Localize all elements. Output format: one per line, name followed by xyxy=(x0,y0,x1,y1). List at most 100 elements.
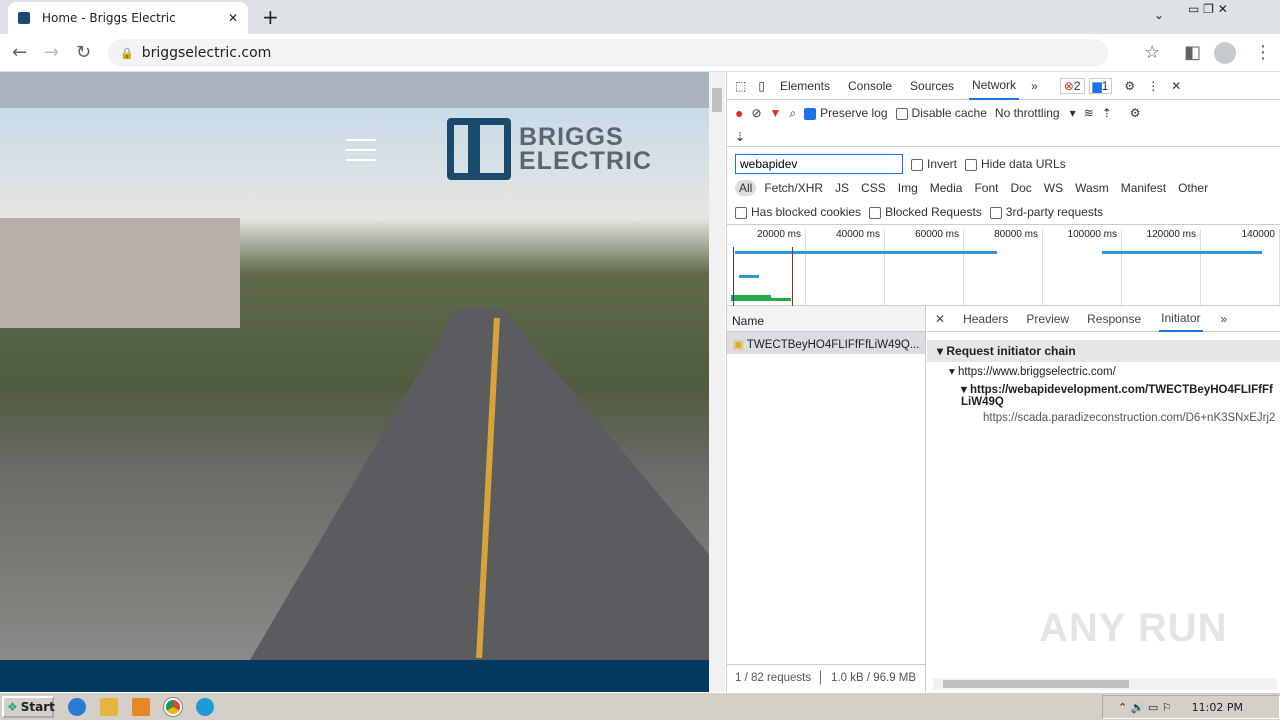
tab-sources[interactable]: Sources xyxy=(907,73,957,99)
address-bar[interactable]: 🔒 briggselectric.com xyxy=(108,39,1108,67)
timeline-marker xyxy=(792,247,793,307)
timeline-tick: 60000 ms xyxy=(885,229,964,307)
export-har-icon[interactable]: ⇣ xyxy=(735,130,745,144)
system-tray: ⌃ 🔊 ▭ ⚐ 11:02 PM xyxy=(1102,695,1280,719)
window-controls[interactable]: ▭ ❐ ✕ xyxy=(1188,2,1228,16)
filter-input[interactable] xyxy=(735,154,903,174)
error-icon: ⊗ xyxy=(1063,79,1074,93)
tab-initiator[interactable]: Initiator xyxy=(1159,306,1203,332)
tab-preview[interactable]: Preview xyxy=(1026,312,1069,326)
type-filter-font[interactable]: Font xyxy=(970,180,1002,196)
bookmark-star-icon[interactable]: ☆ xyxy=(1144,42,1160,63)
favicon-icon xyxy=(18,12,30,24)
edge-icon[interactable] xyxy=(196,697,214,716)
timeline-bar xyxy=(731,298,791,301)
tab-response[interactable]: Response xyxy=(1087,312,1141,326)
close-devtools-icon[interactable]: ✕ xyxy=(1171,79,1181,93)
message-count[interactable]: 1 xyxy=(1102,79,1109,93)
media-player-icon[interactable] xyxy=(132,697,150,716)
hide-data-urls-checkbox[interactable]: Hide data URLs xyxy=(965,157,1066,171)
toolbar: ← → ↻ 🔒 briggselectric.com ☆ ◧ ⋮ xyxy=(0,34,1280,72)
tab-title: Home - Briggs Electric xyxy=(42,11,176,25)
timeline-bar xyxy=(735,251,997,254)
anyrun-watermark: ANY RUN xyxy=(1039,606,1228,650)
type-filter-other[interactable]: Other xyxy=(1174,180,1212,196)
browser-tab[interactable]: Home - Briggs Electric ✕ xyxy=(8,2,248,34)
page-scrollbar[interactable] xyxy=(709,72,725,692)
forward-icon[interactable]: → xyxy=(44,42,59,63)
logo-line1: BRIGGS xyxy=(519,123,624,151)
tab-network[interactable]: Network xyxy=(969,72,1020,100)
error-count[interactable]: 2 xyxy=(1074,79,1081,93)
clear-icon[interactable]: ⊘ xyxy=(751,106,761,120)
horizontal-scrollbar[interactable] xyxy=(933,678,1277,690)
type-filter-manifest[interactable]: Manifest xyxy=(1117,180,1170,196)
timeline-tick: 40000 ms xyxy=(806,229,885,307)
blocked-cookies-checkbox[interactable]: Has blocked cookies xyxy=(735,205,861,219)
logo-mark-icon xyxy=(447,118,511,180)
hamburger-menu-icon[interactable] xyxy=(346,139,376,169)
tab-search-icon[interactable]: ⌄ xyxy=(1154,8,1164,22)
explorer-icon[interactable] xyxy=(100,697,118,716)
initiator-chain-header[interactable]: ▾ Request initiator chain xyxy=(927,340,1280,362)
type-filter-all[interactable]: All xyxy=(735,180,757,196)
close-detail-icon[interactable]: ✕ xyxy=(935,312,945,326)
third-party-checkbox[interactable]: 3rd-party requests xyxy=(989,205,1103,219)
filter-icon[interactable]: ▼ xyxy=(770,106,782,120)
request-row[interactable]: ▣ TWECTBeyHO4FLIFfFfLiW49Q... xyxy=(727,332,925,354)
search-icon[interactable]: ⌕ xyxy=(789,106,796,121)
timeline-tick: 80000 ms xyxy=(964,229,1043,307)
hero-image xyxy=(0,108,709,660)
start-button[interactable]: ❖ Start xyxy=(2,695,55,718)
more-tabs-icon[interactable]: » xyxy=(1031,79,1038,93)
record-icon[interactable]: ● xyxy=(735,105,743,121)
inspect-icon[interactable]: ⬚ xyxy=(735,79,746,93)
type-filter-media[interactable]: Media xyxy=(926,180,967,196)
close-tab-icon[interactable]: ✕ xyxy=(228,11,238,25)
chain-item[interactable]: ▾ https://webapidevelopment.com/TWECTBey… xyxy=(927,380,1280,410)
network-overview[interactable]: 20000 ms 40000 ms 60000 ms 80000 ms 100000 m… xyxy=(727,224,1280,307)
new-tab-button[interactable]: + xyxy=(262,5,279,29)
type-filter-css[interactable]: CSS xyxy=(857,180,890,196)
more-detail-tabs-icon[interactable]: » xyxy=(1221,312,1228,326)
type-filter-wasm[interactable]: Wasm xyxy=(1071,180,1113,196)
tab-elements[interactable]: Elements xyxy=(777,73,833,99)
briggs-logo[interactable]: BRIGGS ELECTRIC xyxy=(447,118,652,180)
building xyxy=(0,218,240,328)
network-settings-icon[interactable]: ⚙ xyxy=(1130,106,1141,120)
invert-checkbox[interactable]: Invert xyxy=(911,157,957,171)
type-filter-ws[interactable]: WS xyxy=(1040,180,1067,196)
devtools-panel: ⬚ ▯ Elements Console Sources Network » ⊗… xyxy=(726,72,1280,692)
chain-item[interactable]: ▾ https://www.briggselectric.com/ xyxy=(927,362,1280,380)
blocked-requests-checkbox[interactable]: Blocked Requests xyxy=(869,205,982,219)
timeline-bar xyxy=(739,275,759,278)
type-filter-doc[interactable]: Doc xyxy=(1006,180,1035,196)
ie-icon[interactable] xyxy=(68,697,86,716)
disable-cache-checkbox[interactable]: Disable cache xyxy=(895,106,987,120)
reload-icon[interactable]: ↻ xyxy=(76,42,91,63)
more-options-icon[interactable]: ⋮ xyxy=(1147,79,1159,93)
tab-headers[interactable]: Headers xyxy=(963,312,1008,326)
name-column-header[interactable]: Name xyxy=(727,306,925,332)
type-filter-img[interactable]: Img xyxy=(894,180,922,196)
chrome-icon[interactable] xyxy=(163,696,183,717)
side-panel-icon[interactable]: ◧ xyxy=(1184,42,1201,63)
request-detail: ✕ Headers Preview Response Initiator » ▾… xyxy=(927,306,1280,692)
type-filter-fetchxhr[interactable]: Fetch/XHR xyxy=(760,180,827,196)
menu-icon[interactable]: ⋮ xyxy=(1254,42,1272,63)
preserve-log-checkbox[interactable]: Preserve log xyxy=(804,106,888,120)
footer-band xyxy=(0,660,709,692)
network-conditions-icon[interactable]: ≋ xyxy=(1084,106,1094,120)
status-bar: 1 / 82 requests │ 1.0 kB / 96.9 MB xyxy=(727,664,926,692)
import-har-icon[interactable]: ⇡ xyxy=(1102,106,1112,120)
tab-console[interactable]: Console xyxy=(845,73,895,99)
back-icon[interactable]: ← xyxy=(12,42,27,63)
url-text: briggselectric.com xyxy=(141,45,272,61)
type-filter-js[interactable]: JS xyxy=(831,180,853,196)
profile-avatar[interactable] xyxy=(1214,42,1236,64)
device-toggle-icon[interactable]: ▯ xyxy=(758,79,765,93)
throttling-select[interactable]: No throttling ▾ xyxy=(995,106,1076,120)
settings-icon[interactable]: ⚙ xyxy=(1124,79,1135,93)
chain-item[interactable]: https://scada.paradizeconstruction.com/D… xyxy=(927,410,1280,426)
tray-icons[interactable]: ⌃ 🔊 ▭ ⚐ xyxy=(1118,701,1172,714)
